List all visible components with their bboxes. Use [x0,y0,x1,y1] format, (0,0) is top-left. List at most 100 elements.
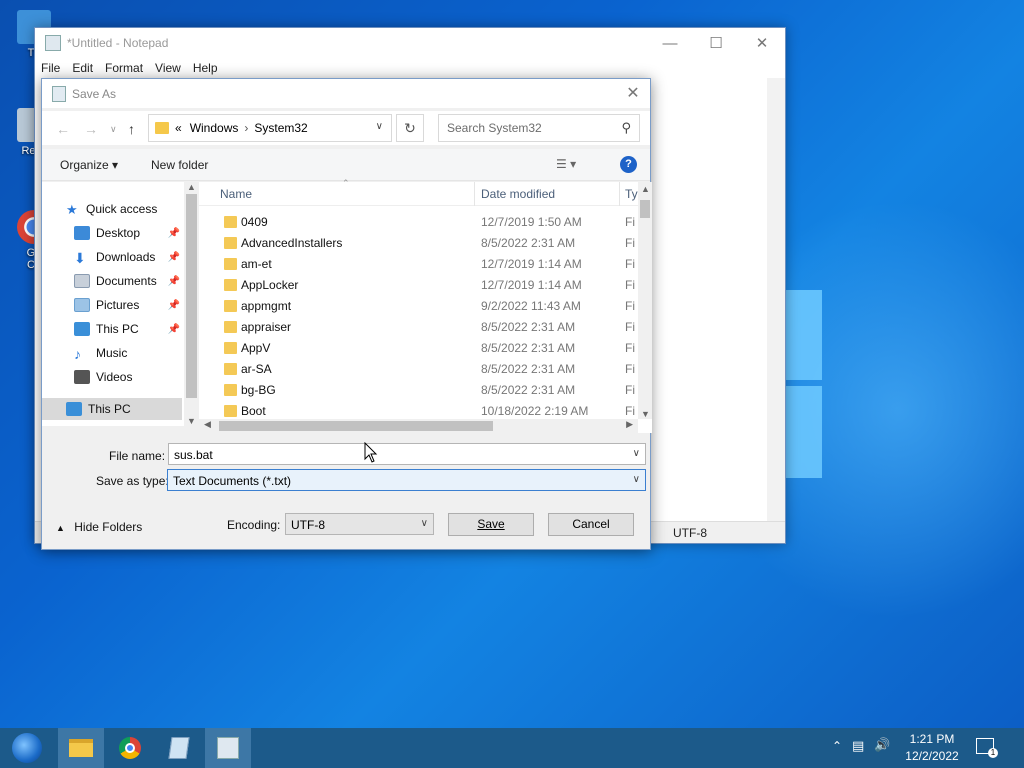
save-as-type-label: Save as type: [96,474,169,488]
file-name-input[interactable]: sus.bat ∨ [168,443,646,465]
file-name: 0409 [241,215,268,229]
nav-pane-scrollbar[interactable]: ▲ ▼ [184,182,199,426]
dialog-titlebar[interactable]: Save As [42,79,650,108]
nav-item-downloads[interactable]: ⬇ Downloads 📌 [42,246,182,268]
nav-item-pictures[interactable]: Pictures 📌 [42,294,182,316]
file-row[interactable]: bg-BG 8/5/2022 2:31 AM Fi [199,380,638,401]
pin-icon: 📌 [167,251,180,263]
scroll-right-icon[interactable]: ▶ [626,419,633,430]
nav-item-documents[interactable]: Documents 📌 [42,270,182,292]
cancel-button[interactable]: Cancel [548,513,634,536]
file-list: Name ⌃ Date modified Ty 0409 12/7/2019 1:… [199,178,652,433]
chevron-down-icon[interactable]: ∨ [633,474,640,485]
save-as-type-select[interactable]: Text Documents (*.txt) ∨ [167,469,646,491]
up-arrow-icon[interactable]: ↑ [128,121,135,137]
address-bar-row: ← → ∨ ↑ « Windows › System32 ∨ ↻ Search … [42,111,650,145]
hide-folders-button[interactable]: ▲ Hide Folders [56,520,142,534]
menu-edit[interactable]: Edit [72,61,93,75]
maximize-button[interactable]: ☐ [693,28,739,58]
file-scroll-thumb[interactable] [640,200,650,218]
encoding-select[interactable]: UTF-8 ∨ [285,513,434,535]
file-row[interactable]: appmgmt 9/2/2022 11:43 AM Fi [199,296,638,317]
start-button[interactable] [4,728,50,768]
nav-item-videos[interactable]: Videos [42,366,182,388]
chevron-down-icon[interactable]: ∨ [376,121,383,132]
chevron-down-icon[interactable]: ∨ [421,518,428,529]
file-row[interactable]: appraiser 8/5/2022 2:31 AM Fi [199,317,638,338]
menu-view[interactable]: View [155,61,181,75]
back-arrow-icon[interactable]: ← [56,121,70,137]
clock-date[interactable]: 12/2/2022 [898,749,966,763]
notepad-vertical-scrollbar[interactable] [767,78,785,524]
organize-button[interactable]: Organize ▾ [60,158,118,172]
clock-time[interactable]: 1:21 PM [902,732,962,746]
view-options-icon[interactable]: ☰ ▾ [556,157,576,171]
star-icon: ★ [66,202,78,217]
nav-item-desktop[interactable]: Desktop 📌 [42,222,182,244]
menu-help[interactable]: Help [193,61,218,75]
taskbar-notepad[interactable] [156,728,202,768]
chevron-down-icon[interactable]: ∨ [633,448,640,459]
file-name: am-et [241,257,272,271]
folder-icon [224,279,237,291]
folder-icon [224,405,237,417]
file-name-value: sus.bat [174,448,213,462]
file-row[interactable]: AppLocker 12/7/2019 1:14 AM Fi [199,275,638,296]
nav-scroll-thumb[interactable] [186,194,197,398]
file-row[interactable]: ar-SA 8/5/2022 2:31 AM Fi [199,359,638,380]
file-row[interactable]: 0409 12/7/2019 1:50 AM Fi [199,212,638,233]
volume-icon[interactable]: 🔊 [874,737,890,753]
system-tray: ⌃ ▤ 🔊 1:21 PM 12/2/2022 1 [824,728,1024,768]
notepad-icon [45,35,61,51]
pin-icon: 📌 [167,323,180,335]
scroll-down-icon[interactable]: ▼ [641,409,650,419]
file-hscroll-thumb[interactable] [219,421,493,431]
column-header-type[interactable]: Ty [625,187,638,201]
pictures-icon [74,298,90,312]
refresh-button[interactable]: ↻ [396,114,424,142]
file-row[interactable]: am-et 12/7/2019 1:14 AM Fi [199,254,638,275]
download-icon: ⬇ [74,250,86,266]
taskbar-file-explorer[interactable] [58,728,104,768]
file-list-horizontal-scrollbar[interactable]: ◀ ▶ [199,419,638,433]
nav-item-music[interactable]: ♪ Music [42,342,182,364]
minimize-button[interactable]: — [647,28,693,58]
search-input[interactable]: Search System32 ⚲ [438,114,640,142]
menu-format[interactable]: Format [105,61,143,75]
column-header-date[interactable]: Date modified [481,187,555,201]
network-icon[interactable]: ▤ [852,738,864,754]
notepad-icon [52,85,66,102]
close-button[interactable]: ✕ [739,28,785,58]
nav-item-quick-access[interactable]: ★ Quick access [42,198,182,220]
notifications-icon[interactable]: 1 [976,738,998,758]
scroll-left-icon[interactable]: ◀ [204,419,211,430]
file-type: Fi [625,299,635,313]
mouse-cursor-icon [364,442,378,463]
scroll-up-icon[interactable]: ▲ [641,184,650,194]
chevron-up-icon[interactable]: ⌃ [832,739,842,753]
dialog-toolbar: Organize ▾ New folder ☰ ▾ ? [42,149,650,181]
file-row[interactable]: AdvancedInstallers 8/5/2022 2:31 AM Fi [199,233,638,254]
recent-locations-chevron-icon[interactable]: ∨ [110,124,117,135]
file-list-vertical-scrollbar[interactable]: ▲ ▼ [638,182,652,419]
nav-item-this-pc-pinned[interactable]: This PC 📌 [42,318,182,340]
taskbar-chrome[interactable] [107,728,153,768]
address-bar[interactable]: « Windows › System32 ∨ [148,114,392,142]
save-button[interactable]: Save [448,513,534,536]
new-folder-button[interactable]: New folder [151,158,208,172]
scroll-up-icon[interactable]: ▲ [187,182,196,192]
nav-item-this-pc[interactable]: This PC [42,398,182,420]
column-header-name[interactable]: Name [220,187,252,201]
file-row[interactable]: AppV 8/5/2022 2:31 AM Fi [199,338,638,359]
taskbar-notepad-dialog[interactable] [205,728,251,768]
address-part-system32[interactable]: System32 [254,121,307,135]
file-date: 10/18/2022 2:19 AM [481,404,589,418]
scroll-down-icon[interactable]: ▼ [187,416,196,426]
file-name: Boot [241,404,266,418]
dialog-close-button[interactable]: ✕ [622,83,644,105]
folder-icon [224,216,237,228]
menu-file[interactable]: File [41,61,60,75]
help-icon[interactable]: ? [620,156,637,173]
forward-arrow-icon[interactable]: → [84,121,98,137]
address-part-windows[interactable]: Windows [190,121,239,135]
